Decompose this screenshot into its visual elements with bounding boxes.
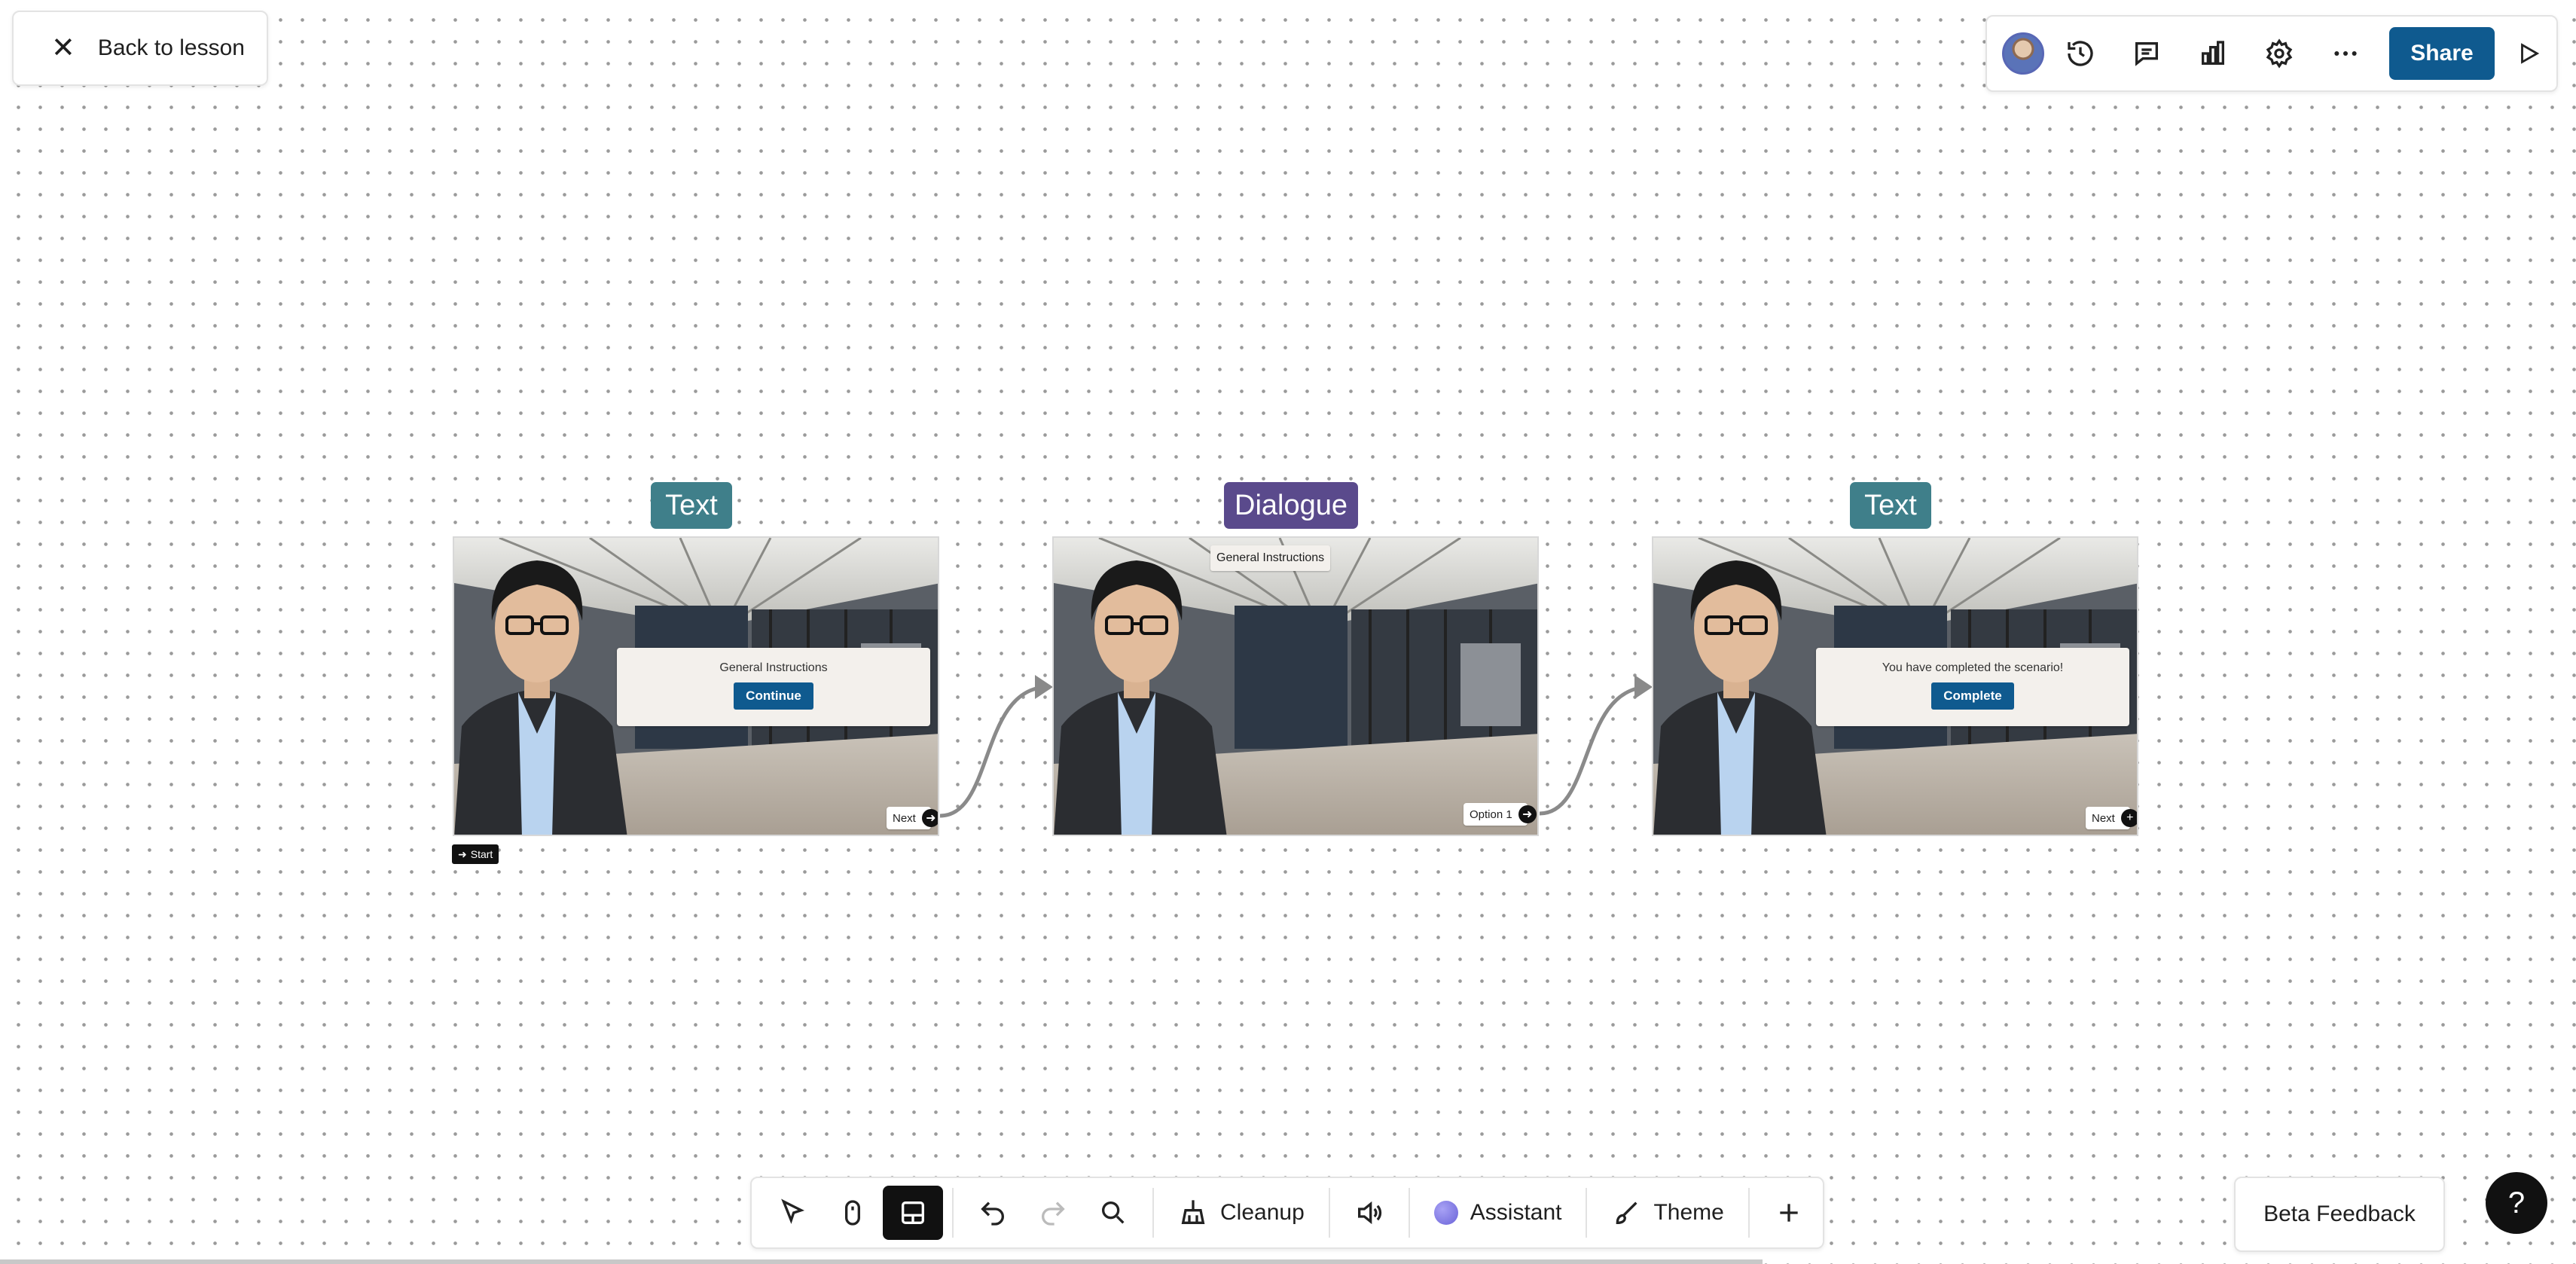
node-1-type-tag: Text <box>651 482 732 529</box>
node-3-dialog-text: You have completed the scenario! <box>1882 661 2064 674</box>
arrowhead-2 <box>1634 675 1653 699</box>
divider <box>1328 1188 1330 1238</box>
select-tool-button[interactable] <box>762 1186 823 1240</box>
assistant-button[interactable]: Assistant <box>1419 1186 1577 1240</box>
bottom-toolbar: Cleanup Assistant Theme <box>750 1177 1824 1249</box>
connector-1-2 <box>939 685 1049 818</box>
layout-icon <box>902 1201 924 1224</box>
divider <box>1152 1188 1154 1238</box>
audio-button[interactable] <box>1339 1186 1399 1240</box>
layout-tool-button[interactable] <box>883 1186 943 1240</box>
speaker-icon <box>1357 1201 1381 1225</box>
node-1-card[interactable]: General Instructions Continue Next ➜ <box>453 536 939 836</box>
plus-icon <box>1780 1204 1798 1222</box>
node-1-exit-label: Next <box>893 811 916 825</box>
complete-button[interactable]: Complete <box>1931 682 2014 710</box>
divider <box>1747 1188 1750 1238</box>
node-2-exit-label: Option 1 <box>1470 808 1512 821</box>
mouse-icon <box>845 1200 860 1226</box>
redo-icon <box>1042 1201 1065 1226</box>
arrow-right-icon[interactable]: ➜ <box>921 809 938 827</box>
node-2-header-chip: General Instructions <box>1210 545 1331 571</box>
node-1-dialog-text: General Instructions <box>719 661 828 674</box>
undo-button[interactable] <box>963 1186 1023 1240</box>
start-label: Start <box>470 848 493 860</box>
node-3-type-tag: Text <box>1850 482 1931 529</box>
divider <box>1408 1188 1410 1238</box>
add-button[interactable] <box>1759 1186 1819 1240</box>
search-icon <box>1102 1201 1125 1224</box>
connector-2-3 <box>1539 685 1650 816</box>
brush-icon <box>1616 1201 1637 1225</box>
scene-image <box>1054 538 1539 836</box>
node-2-exit[interactable]: Option 1 ➜ <box>1463 803 1537 826</box>
assistant-icon <box>1433 1201 1458 1225</box>
broom-icon <box>1181 1200 1205 1224</box>
arrow-right-icon[interactable]: ➜ <box>1518 805 1537 823</box>
node-1-dialog: General Instructions Continue <box>617 648 930 726</box>
pan-tool-button[interactable] <box>823 1186 883 1240</box>
node-3-card[interactable]: You have completed the scenario! Complet… <box>1652 536 2138 836</box>
start-badge: ➜ Start <box>452 844 499 864</box>
beta-feedback-button[interactable]: Beta Feedback <box>2234 1177 2445 1252</box>
arrowhead-1 <box>1035 675 1053 699</box>
plus-icon[interactable]: + <box>2120 809 2137 827</box>
node-1-exit[interactable]: Next ➜ <box>887 807 938 829</box>
help-button[interactable]: ? <box>2486 1172 2547 1234</box>
cleanup-button[interactable]: Cleanup <box>1163 1186 1320 1240</box>
divider <box>952 1188 954 1238</box>
zoom-button[interactable] <box>1083 1186 1143 1240</box>
assistant-label: Assistant <box>1470 1200 1562 1225</box>
node-3-exit[interactable]: Next + <box>2086 807 2137 829</box>
arrow-right-icon: ➜ <box>458 847 467 860</box>
redo-button[interactable] <box>1023 1186 1083 1240</box>
continue-button[interactable]: Continue <box>734 682 813 710</box>
node-3-dialog: You have completed the scenario! Complet… <box>1816 648 2129 726</box>
cleanup-label: Cleanup <box>1220 1200 1305 1225</box>
node-3-exit-label: Next <box>2092 811 2115 825</box>
undo-icon <box>981 1201 1004 1226</box>
node-2-card[interactable]: General Instructions Option 1 ➜ <box>1052 536 1539 836</box>
theme-button[interactable]: Theme <box>1596 1186 1738 1240</box>
node-2-type-tag: Dialogue <box>1224 482 1358 529</box>
horizontal-scrollbar[interactable] <box>0 1259 1763 1264</box>
theme-label: Theme <box>1653 1200 1724 1225</box>
divider <box>1586 1188 1588 1238</box>
cursor-icon <box>781 1198 805 1224</box>
